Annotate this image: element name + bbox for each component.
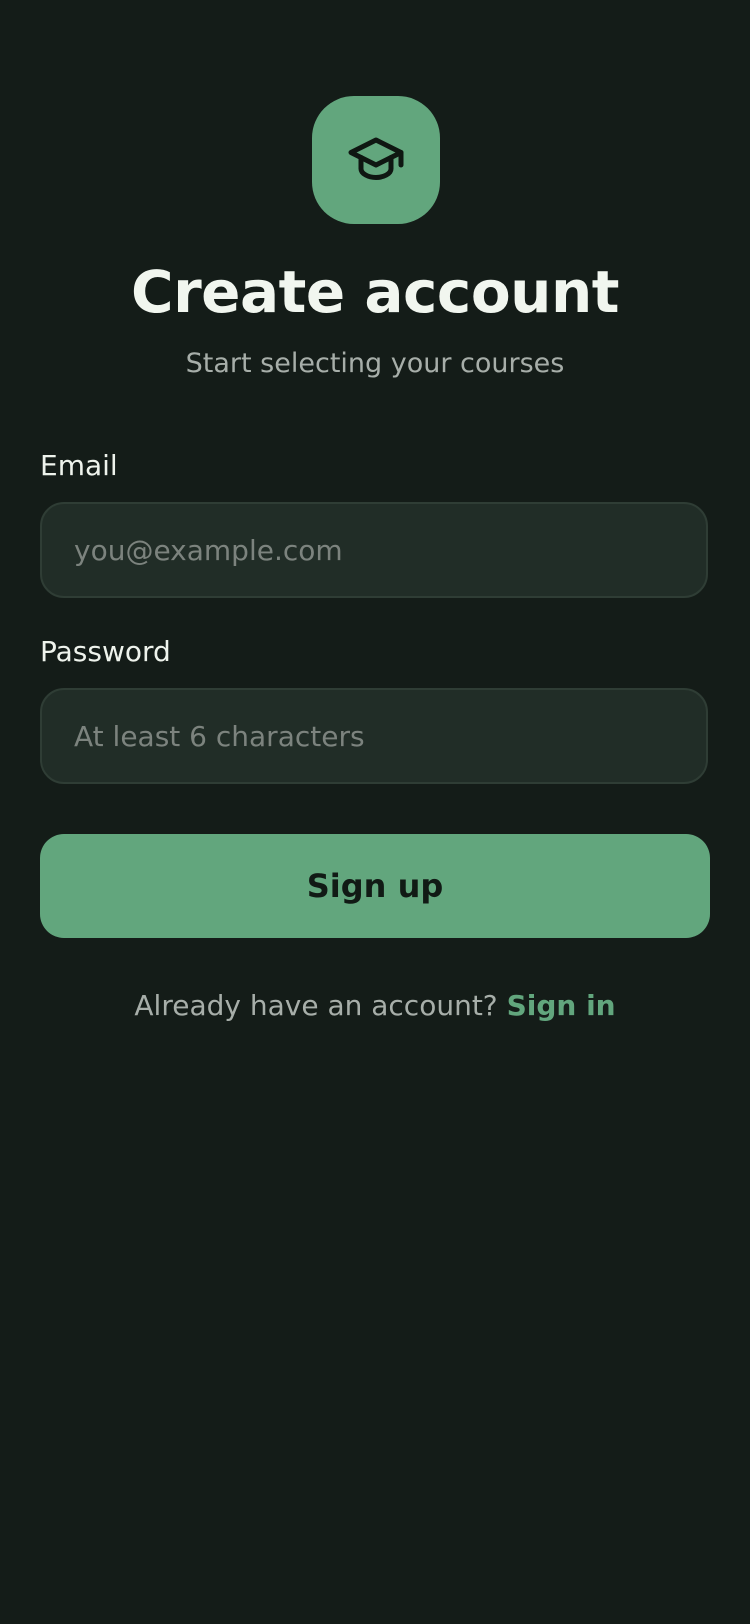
sign-up-button[interactable]: Sign up [40, 834, 710, 938]
graduation-cap-icon [348, 137, 404, 180]
email-input[interactable] [40, 502, 708, 598]
sign-in-prompt: Already have an account? Sign in [0, 984, 750, 1028]
page-subtitle: Start selecting your courses [185, 348, 565, 379]
email-label: Email [40, 449, 118, 482]
signup-screen: Create account Start selecting your cour… [0, 0, 750, 1624]
sign-in-prompt-text: Already have an account? [134, 989, 498, 1022]
page-title: Create account [131, 258, 619, 326]
sign-in-link[interactable]: Sign in [507, 989, 616, 1022]
app-logo [312, 96, 440, 224]
password-label: Password [40, 635, 171, 668]
password-input[interactable] [40, 688, 708, 784]
